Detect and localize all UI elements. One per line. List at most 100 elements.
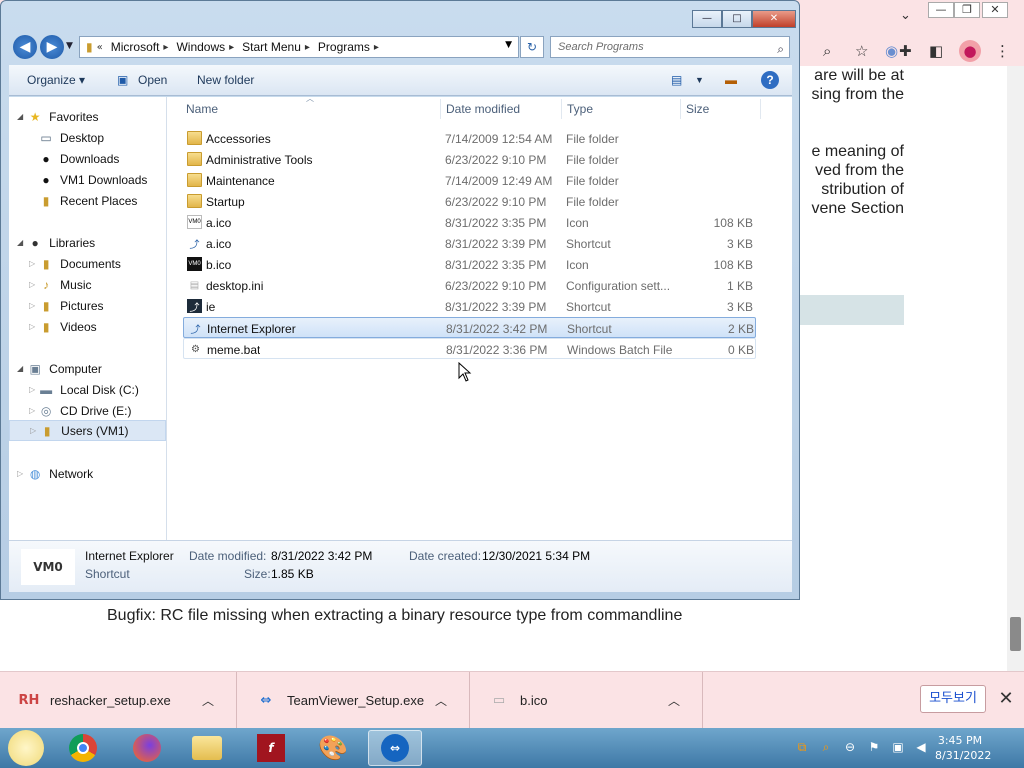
download-item[interactable]: ⇔ TeamViewer_Setup.exe ︿ [237, 672, 470, 729]
scrollbar-thumb[interactable] [1010, 617, 1021, 651]
view-dropdown-icon[interactable]: ▼ [695, 75, 704, 85]
tray-volume-icon[interactable]: ◀ [913, 740, 929, 756]
flag-icon[interactable]: ◉ [885, 42, 898, 60]
extensions-icon[interactable]: ✚ [899, 42, 912, 60]
file-row[interactable]: Startup 6/23/2022 9:10 PM File folder [183, 191, 756, 212]
download-item[interactable]: ▭ b.ico ︿ [470, 672, 703, 729]
nav-music[interactable]: ▷ ♪ Music [29, 274, 92, 295]
page-scrollbar[interactable] [1007, 66, 1024, 671]
expand-arrow-icon[interactable]: ▷ [29, 406, 35, 415]
tray-flag-icon[interactable]: ⚑ [866, 740, 882, 756]
help-icon[interactable]: ? [761, 71, 779, 89]
nav-favorites[interactable]: ◢ ★ Favorites [17, 106, 99, 127]
taskbar-chrome[interactable] [56, 730, 110, 766]
download-item[interactable]: RH reshacker_setup.exe ︿ [0, 672, 237, 729]
restore-button[interactable]: ❐ [954, 2, 980, 18]
forward-button[interactable]: ▶ [40, 35, 64, 59]
file-row[interactable]: Accessories 7/14/2009 12:54 AM File folder [183, 128, 756, 149]
chevron-down-icon[interactable]: ⌄ [900, 8, 911, 23]
chevron-right-icon[interactable]: ▸ [374, 42, 379, 53]
refresh-button[interactable]: ↻ [520, 36, 544, 58]
chevron-right-icon[interactable]: ▸ [229, 42, 234, 53]
expand-arrow-icon[interactable]: ▷ [29, 280, 35, 289]
expand-arrow-icon[interactable]: ◢ [17, 364, 23, 373]
nav-network[interactable]: ▷ ◍ Network [17, 463, 93, 484]
close-download-bar-button[interactable]: ✕ [996, 688, 1016, 710]
back-button[interactable]: ◀ [13, 35, 37, 59]
nav-local-disk[interactable]: ▷ ▬ Local Disk (C:) [29, 379, 139, 400]
chevron-right-icon[interactable]: ▸ [305, 42, 310, 53]
column-divider[interactable] [680, 99, 681, 119]
nav-videos[interactable]: ▷ ▮ Videos [29, 316, 97, 337]
minimize-button[interactable]: — [692, 10, 722, 28]
breadcrumb-item[interactable]: Start Menu [242, 40, 301, 54]
expand-arrow-icon[interactable]: ▷ [29, 259, 35, 268]
file-row[interactable]: ⤴ Internet Explorer 8/31/2022 3:42 PM Short… [183, 317, 756, 338]
close-button[interactable]: ✕ [752, 10, 796, 28]
taskbar-paint[interactable]: 🎨 [306, 730, 360, 766]
column-header-date[interactable]: Date modified [446, 102, 520, 116]
breadcrumb-item[interactable]: Programs [318, 40, 370, 54]
expand-arrow-icon[interactable]: ▷ [30, 426, 36, 435]
column-header-name[interactable]: Name [186, 102, 218, 116]
column-header-type[interactable]: Type [567, 102, 593, 116]
file-row[interactable]: ⤴ a.ico 8/31/2022 3:39 PM Shortcut 3 KB [183, 233, 756, 254]
file-row[interactable]: ⤴ ie 8/31/2022 3:39 PM Shortcut 3 KB [183, 296, 756, 317]
column-divider[interactable] [561, 99, 562, 119]
nav-recent-places[interactable]: ▮ Recent Places [38, 190, 138, 211]
overflow-icon[interactable]: « [97, 42, 103, 53]
nav-computer[interactable]: ◢ ▣ Computer [17, 358, 102, 379]
recent-pages-dropdown[interactable]: ▼ [66, 41, 73, 51]
menu-icon[interactable]: ⋮ [995, 42, 1010, 60]
address-bar[interactable]: ▮ « Microsoft ▸ Windows ▸ Start Menu ▸ P… [79, 36, 519, 58]
view-icon[interactable]: ▤ [671, 73, 682, 87]
column-divider[interactable] [760, 99, 761, 119]
share-icon[interactable]: ⌕ [823, 42, 831, 60]
tray-search-icon[interactable]: ⌕ [818, 740, 834, 756]
minimize-button[interactable]: — [928, 2, 954, 18]
chevron-up-icon[interactable]: ︿ [668, 692, 682, 709]
expand-arrow-icon[interactable]: ▷ [29, 301, 35, 310]
nav-desktop[interactable]: ▭ Desktop [38, 127, 104, 148]
profile-avatar-icon[interactable]: ● [959, 40, 981, 62]
new-folder-button[interactable]: New folder [197, 73, 254, 87]
close-button[interactable]: ✕ [982, 2, 1008, 18]
breadcrumb-item[interactable]: Microsoft [111, 40, 160, 54]
taskbar-flash[interactable]: f [244, 730, 298, 766]
chevron-up-icon[interactable]: ︿ [202, 692, 216, 709]
open-button[interactable]: Open [138, 73, 167, 87]
breadcrumb-item[interactable]: Windows [176, 40, 225, 54]
nav-libraries[interactable]: ◢ ● Libraries [17, 232, 95, 253]
taskbar-explorer[interactable] [180, 730, 234, 766]
search-icon[interactable]: ⌕ [777, 39, 784, 59]
nav-cd-drive[interactable]: ▷ ◎ CD Drive (E:) [29, 400, 132, 421]
sidebar-icon[interactable]: ◧ [929, 42, 943, 60]
nav-vm1-downloads[interactable]: ● VM1 Downloads [38, 169, 147, 190]
tray-minus-icon[interactable]: ⊖ [842, 740, 858, 756]
taskbar-firefox[interactable] [120, 730, 174, 766]
star-icon[interactable]: ☆ [855, 42, 868, 60]
organize-button[interactable]: Organize ▾ [27, 73, 85, 87]
maximize-button[interactable]: □ [722, 10, 752, 28]
column-header-size[interactable]: Size [686, 102, 709, 116]
file-row[interactable]: ▤ desktop.ini 6/23/2022 9:10 PM Configurati… [183, 275, 756, 296]
column-divider[interactable] [440, 99, 441, 119]
file-row[interactable]: ⚙ meme.bat 8/31/2022 3:36 PM Windows Batch … [183, 338, 756, 359]
taskbar-teamviewer[interactable]: ⇔ [368, 730, 422, 766]
tray-network-icon[interactable]: ▣ [890, 740, 906, 756]
chevron-up-icon[interactable]: ︿ [435, 692, 449, 709]
nav-pictures[interactable]: ▷ ▮ Pictures [29, 295, 104, 316]
expand-arrow-icon[interactable]: ▷ [29, 322, 35, 331]
start-button[interactable] [4, 730, 48, 766]
nav-users-vm1[interactable]: ▷ ▮ Users (VM1) [9, 420, 166, 441]
nav-downloads[interactable]: ● Downloads [38, 148, 119, 169]
preview-pane-icon[interactable]: ▬ [725, 73, 737, 87]
file-row[interactable]: VM0 a.ico 8/31/2022 3:35 PM Icon 108 KB [183, 212, 756, 233]
tray-app-icon[interactable]: ⧉ [794, 740, 810, 756]
expand-arrow-icon[interactable]: ▷ [17, 469, 23, 478]
expand-arrow-icon[interactable]: ◢ [17, 238, 23, 247]
file-row[interactable]: Administrative Tools 6/23/2022 9:10 PM Fil… [183, 149, 756, 170]
file-row[interactable]: Maintenance 7/14/2009 12:49 AM File folder [183, 170, 756, 191]
show-all-button[interactable]: 모두보기 [920, 685, 986, 713]
expand-arrow-icon[interactable]: ◢ [17, 112, 23, 121]
